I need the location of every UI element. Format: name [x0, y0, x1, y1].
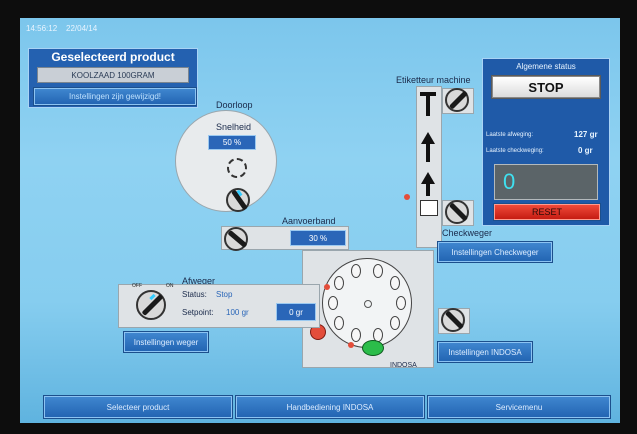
current-weight-field: 0 gr: [276, 303, 316, 321]
indosa-label: INDOSA: [390, 362, 417, 369]
last-weigh-label: Laatste afweging:: [486, 132, 534, 138]
product-name-field: KOOLZAAD 100GRAM: [37, 67, 189, 83]
afweger-status-value: Stop: [216, 290, 233, 299]
sensor-indicator: [324, 284, 330, 290]
turntable-pocket: [372, 263, 383, 278]
etiketteur-toggle-switch-bottom[interactable]: [445, 200, 469, 224]
sensor-indicator: [404, 194, 410, 200]
reset-button[interactable]: RESET: [494, 204, 600, 220]
manual-control-button[interactable]: Handbediening INDOSA: [236, 396, 424, 418]
etiketteur-title: Etiketteur machine: [396, 75, 471, 85]
sensor-indicator: [348, 342, 354, 348]
switch-off-label: OFF: [132, 283, 142, 289]
doorloop-toggle-switch[interactable]: [226, 188, 250, 212]
afweger-toggle-switch[interactable]: [136, 290, 166, 320]
clock-date: 22/04/14: [66, 24, 98, 33]
label-print-icon: [420, 200, 438, 216]
turntable-pocket: [396, 296, 406, 310]
last-check-value: 0 gr: [578, 146, 593, 155]
setpoint-value: 100 gr: [226, 308, 249, 317]
checkweger-settings-button[interactable]: Instellingen Checkweger: [438, 242, 552, 262]
indosa-settings-button[interactable]: Instellingen INDOSA: [438, 342, 532, 362]
service-menu-button[interactable]: Servicemenu: [428, 396, 610, 418]
status-panel-title: Algemene status: [516, 62, 576, 71]
clock-time: 14:56:12: [26, 24, 58, 33]
turntable-pocket: [389, 315, 400, 330]
setpoint-label: Setpoint:: [182, 308, 214, 317]
afweger-status-label: Status:: [182, 290, 207, 299]
settings-changed-button[interactable]: Instellingen zijn gewijzigd!: [34, 88, 196, 105]
stopper-top-icon: [420, 92, 436, 96]
last-check-label: Laatste checkweging:: [486, 148, 544, 154]
green-indicator-light: [362, 340, 384, 356]
turntable-pocket: [389, 276, 400, 290]
afweger-settings-button[interactable]: Instellingen weger: [124, 332, 208, 352]
aanvoerband-title: Aanvoerband: [282, 216, 336, 226]
checkweger-title: Checkweger: [442, 228, 493, 238]
turntable-pocket: [328, 296, 338, 310]
turntable-center-icon: [364, 300, 372, 308]
select-product-button[interactable]: Selecteer product: [44, 396, 232, 418]
switch-on-label: ON: [166, 283, 174, 289]
speed-label: Snelheid: [216, 122, 252, 132]
monitor-bezel: 14:56:12 22/04/14 Geselecteerd product K…: [0, 0, 637, 434]
indosa-toggle-switch[interactable]: [441, 308, 465, 332]
product-panel-title: Geselecteerd product: [51, 50, 175, 64]
doorloop-title: Doorloop: [216, 100, 253, 110]
rotation-indicator-icon: [227, 158, 247, 178]
aanvoerband-speed-field[interactable]: 30 %: [290, 230, 346, 246]
speed-field[interactable]: 50 %: [208, 135, 256, 150]
aanvoerband-toggle-switch[interactable]: [224, 227, 248, 251]
stop-button[interactable]: STOP: [492, 76, 600, 98]
last-weigh-value: 127 gr: [574, 130, 598, 139]
hmi-screen: 14:56:12 22/04/14 Geselecteerd product K…: [20, 18, 620, 423]
arrow-shaft-icon: [426, 142, 430, 162]
arrow-shaft-icon: [426, 182, 430, 196]
etiketteur-toggle-switch-top[interactable]: [445, 88, 469, 112]
counter-display: 0: [494, 164, 598, 200]
